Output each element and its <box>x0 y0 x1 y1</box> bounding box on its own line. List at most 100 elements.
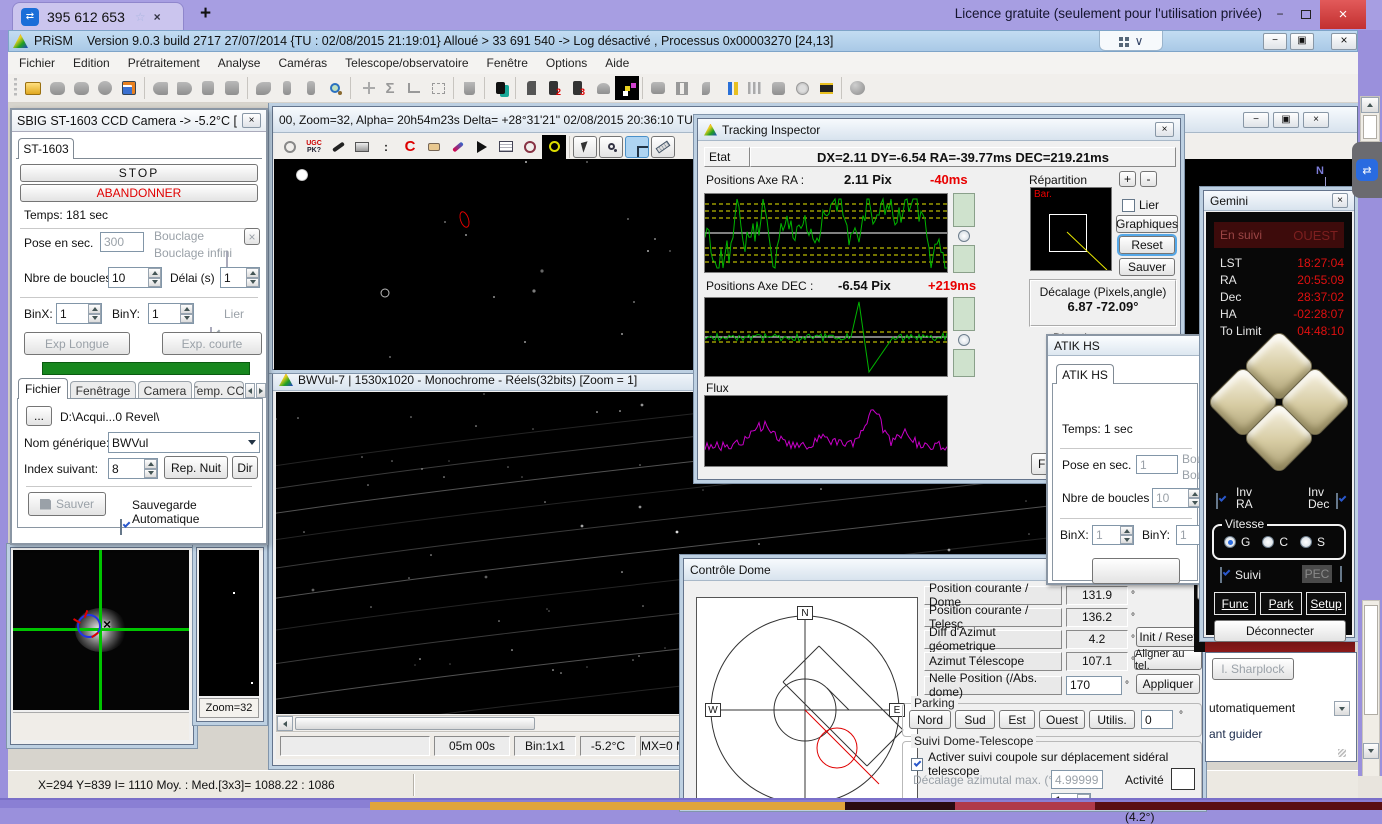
tabs-scroll-left-icon[interactable] <box>245 383 255 398</box>
sauver-button[interactable]: Sauver <box>28 492 106 516</box>
scroll-thumb[interactable] <box>295 717 535 730</box>
bouclage-x-button[interactable]: × <box>244 228 260 245</box>
dec-slider-radio[interactable] <box>958 334 970 346</box>
resize-grip[interactable] <box>1338 749 1346 757</box>
tracking-close-button[interactable]: × <box>1155 122 1174 137</box>
atik-clipped-button[interactable] <box>1092 558 1180 584</box>
redo-icon[interactable] <box>172 76 196 100</box>
stop-button[interactable]: STOP <box>20 164 258 182</box>
doc-3-icon[interactable]: 3 <box>567 76 591 100</box>
vitesse-s-radio[interactable] <box>1300 536 1312 548</box>
deconnecter-button[interactable]: Déconnecter <box>1214 620 1346 642</box>
paste-icon[interactable] <box>220 76 244 100</box>
abandonner-button[interactable]: ABANDONNER <box>20 184 258 202</box>
zoom-plus-button[interactable]: + <box>1119 171 1136 187</box>
remote-close-button[interactable]: × <box>1320 0 1366 29</box>
save-series-icon[interactable] <box>646 76 670 100</box>
circle-tool-icon[interactable] <box>278 135 302 159</box>
open-file-icon[interactable] <box>21 76 45 100</box>
right-scrollbar-bottom[interactable] <box>1362 600 1380 778</box>
new-tab-button[interactable]: + <box>200 3 211 25</box>
trash-icon[interactable] <box>457 76 481 100</box>
delai-spinner[interactable]: 1 <box>220 267 260 288</box>
guide-restore-button[interactable]: ▣ <box>1273 112 1299 128</box>
catalog-ugc-icon[interactable]: UGCPK? <box>302 135 326 159</box>
favorite-star-icon[interactable]: ☆ <box>135 10 146 24</box>
ra-slider-radio[interactable] <box>958 230 970 242</box>
aligner-button[interactable]: Aligner au tel. <box>1134 650 1202 670</box>
menu-fenetre[interactable]: Fenêtre <box>478 52 537 74</box>
cursor-tool-button[interactable] <box>573 136 597 158</box>
select-region-icon[interactable] <box>426 76 450 100</box>
fichier-tab[interactable]: Fichier <box>18 378 68 399</box>
ra-slider-bottom[interactable] <box>953 245 975 273</box>
undo-icon[interactable] <box>148 76 172 100</box>
init-reset-button[interactable]: Init / Reset <box>1136 627 1200 647</box>
play-icon[interactable] <box>470 135 494 159</box>
curve-icon[interactable] <box>402 76 426 100</box>
nelle-position-input[interactable]: 170 <box>1066 676 1122 695</box>
func-button[interactable]: Func <box>1214 592 1256 615</box>
sauvegarde-auto-checkbox[interactable] <box>120 519 122 535</box>
sbig-close-button[interactable]: × <box>242 113 261 128</box>
draw-icon[interactable] <box>446 135 470 159</box>
gemini-titlebar[interactable]: Gemini × <box>1204 191 1354 211</box>
park-ouest-button[interactable]: Ouest <box>1039 710 1085 729</box>
ccd-control-icon[interactable] <box>615 76 639 100</box>
telescope-icon[interactable] <box>326 135 350 159</box>
pin-alt-icon[interactable] <box>299 76 323 100</box>
gemini-close-button[interactable]: × <box>1332 193 1348 208</box>
park-est-button[interactable]: Est <box>999 710 1035 729</box>
appliquer-button[interactable]: Appliquer <box>1136 674 1200 694</box>
target-icon[interactable] <box>542 135 566 159</box>
sbig-titlebar[interactable]: SBIG ST-1603 CCD Camera -> -5.2°C [8... … <box>12 110 266 132</box>
browse-button[interactable]: ... <box>26 406 52 426</box>
tracking-lier-checkbox[interactable] <box>1122 199 1135 212</box>
biny-spinner[interactable]: 1 <box>148 303 194 324</box>
fenetrage-tab[interactable]: Fenêtrage <box>70 381 136 399</box>
menu-edition[interactable]: Edition <box>64 52 119 74</box>
menu-fichier[interactable]: Fichier <box>10 52 64 74</box>
setup-button[interactable]: Setup <box>1306 592 1346 615</box>
remote-tab-close-icon[interactable]: × <box>154 10 161 24</box>
rep-nuit-button[interactable]: Rep. Nuit <box>164 456 228 479</box>
menu-options[interactable]: Options <box>537 52 596 74</box>
menu-telescope[interactable]: Telescope/observatoire <box>336 52 477 74</box>
doc-dark-icon[interactable] <box>519 76 543 100</box>
sphere-icon[interactable] <box>845 76 869 100</box>
park-nord-button[interactable]: Nord <box>909 710 951 729</box>
pin-icon[interactable] <box>275 76 299 100</box>
stop-all-icon[interactable] <box>69 76 93 100</box>
dec-slider-bottom[interactable] <box>953 349 975 377</box>
park-button[interactable]: Park <box>1260 592 1302 615</box>
menu-cameras[interactable]: Caméras <box>269 52 336 74</box>
menu-pretraitement[interactable]: Prétraitement <box>119 52 209 74</box>
tracking-titlebar[interactable]: Tracking Inspector × <box>698 119 1180 141</box>
camera-tab[interactable]: Camera <box>138 381 192 399</box>
cross-icon[interactable] <box>354 76 378 100</box>
atik-binx-spinner[interactable]: 1 <box>1092 525 1134 545</box>
exp-longue-button[interactable]: Exp Longue <box>24 332 130 355</box>
tabs-scroll-right-icon[interactable] <box>256 383 266 398</box>
ribbon-collapse-control[interactable]: ∨ <box>1099 31 1163 51</box>
phase-icon[interactable] <box>518 135 542 159</box>
crosshair-tool-button[interactable] <box>625 136 649 158</box>
app-close-button[interactable]: × <box>1331 33 1357 50</box>
menu-aide[interactable]: Aide <box>596 52 638 74</box>
park-utilis-button[interactable]: Utilis. <box>1089 710 1135 729</box>
guide-minimize-button[interactable]: − <box>1243 112 1269 128</box>
copy-icon[interactable] <box>196 76 220 100</box>
suivi-checkbox[interactable] <box>1220 567 1222 583</box>
app-minimize-button[interactable]: − <box>1263 33 1287 50</box>
temp-ccd-tab[interactable]: Temp. CCI <box>194 381 244 399</box>
zoom32-image[interactable] <box>199 550 259 696</box>
pec-checkbox[interactable] <box>1340 566 1342 582</box>
atik-titlebar[interactable]: ATIK HS <box>1048 336 1201 356</box>
app-restore-button[interactable]: ▣ <box>1290 33 1314 50</box>
remote-maximize-button[interactable] <box>1294 4 1318 24</box>
grid-icon[interactable] <box>742 76 766 100</box>
globe-icon[interactable] <box>790 76 814 100</box>
menu-analyse[interactable]: Analyse <box>209 52 270 74</box>
park-sud-button[interactable]: Sud <box>955 710 995 729</box>
right-scrollbar-top[interactable] <box>1360 96 1380 142</box>
